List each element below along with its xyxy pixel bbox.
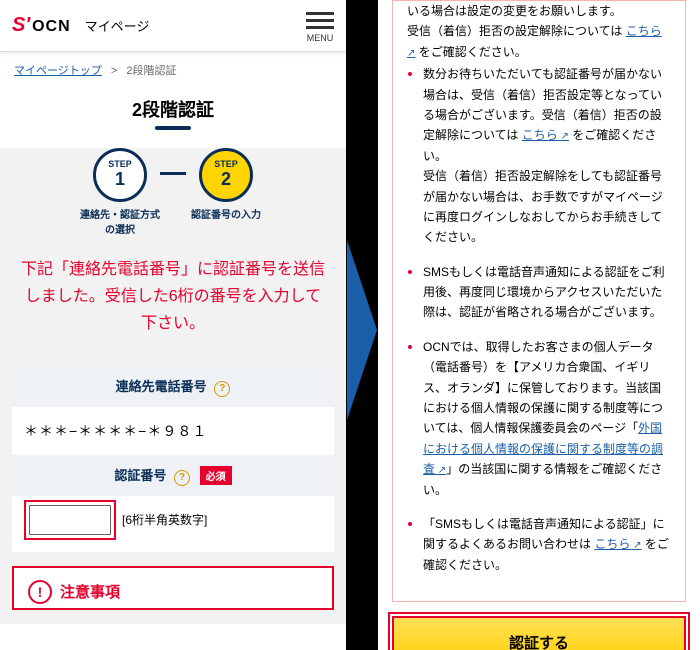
required-badge: 必須 bbox=[200, 466, 232, 485]
title-underline bbox=[155, 126, 191, 130]
code-input-highlight bbox=[24, 500, 116, 540]
page-title: 2段階認証 bbox=[0, 96, 346, 122]
left-screen: S' OCN マイページ MENU マイページトップ > 2段階認証 2段階認証… bbox=[0, 0, 346, 650]
instruction-text: 下記「連絡先電話番号」に認証番号を送信しました。受信した6桁の番号を入力して下さ… bbox=[0, 250, 346, 366]
header: S' OCN マイページ MENU bbox=[0, 0, 346, 52]
button-area: 認証する 中止 bbox=[378, 602, 700, 650]
right-screen: いる場合は設定の変更をお願いします。 受信（着信）拒否の設定解除については こち… bbox=[378, 0, 700, 650]
notice-content: いる場合は設定の変更をお願いします。 受信（着信）拒否の設定解除については こち… bbox=[392, 0, 686, 602]
help-icon[interactable]: ? bbox=[174, 470, 190, 486]
flow-arrow-icon bbox=[347, 240, 377, 420]
notice-bullet: OCNでは、取得したお客さまの個人データ（電話番号）を【アメリカ合衆国、イギリス… bbox=[423, 335, 671, 500]
breadcrumb: マイページトップ > 2段階認証 bbox=[0, 52, 346, 88]
notice-title: 注意事項 bbox=[60, 581, 120, 602]
notice-bullet: 数分お待ちいただいても認証番号が届かない場合は、受信（着信）拒否設定等となってい… bbox=[423, 62, 671, 248]
step-1: STEP 1 連絡先・認証方式の選択 bbox=[80, 148, 160, 236]
external-link[interactable]: こちら bbox=[594, 537, 641, 551]
logo-subtitle: マイページ bbox=[85, 16, 150, 35]
notice-bullet: SMSもしくは電話音声通知による認証をご利用後、再度同じ環境からアクセスいただい… bbox=[423, 260, 671, 323]
code-input[interactable] bbox=[29, 505, 111, 535]
phone-value: ＊＊＊−＊＊＊＊−＊９８１ bbox=[12, 407, 334, 455]
phone-field: 連絡先電話番号 ? ＊＊＊−＊＊＊＊−＊９８１ 認証番号 ? 必須 [6桁半角英… bbox=[12, 366, 334, 552]
menu-button[interactable]: MENU bbox=[306, 8, 334, 43]
step-indicator: STEP 1 連絡先・認証方式の選択 STEP 2 認証番号の入力 bbox=[0, 148, 346, 236]
logo: S' OCN マイページ bbox=[12, 14, 149, 37]
breadcrumb-current: 2段階認証 bbox=[126, 65, 176, 77]
menu-label: MENU bbox=[307, 33, 334, 43]
phone-label: 連絡先電話番号 bbox=[116, 379, 207, 394]
logo-mark: S' bbox=[12, 14, 30, 37]
authenticate-button[interactable]: 認証する bbox=[392, 616, 686, 650]
external-link[interactable]: こちら bbox=[522, 128, 569, 142]
code-label: 認証番号 bbox=[114, 468, 166, 483]
step-2: STEP 2 認証番号の入力 bbox=[186, 148, 266, 221]
notice-box: ! 注意事項 bbox=[12, 566, 334, 610]
warning-icon: ! bbox=[28, 580, 52, 604]
logo-brand: OCN bbox=[32, 18, 71, 36]
code-hint: [6桁半角英数字] bbox=[122, 511, 207, 528]
help-icon[interactable]: ? bbox=[214, 381, 230, 397]
breadcrumb-top-link[interactable]: マイページトップ bbox=[14, 65, 102, 77]
notice-bullet: 「SMSもしくは電話音声通知による認証」に関するよくあるお問い合わせは こちら … bbox=[423, 512, 671, 575]
